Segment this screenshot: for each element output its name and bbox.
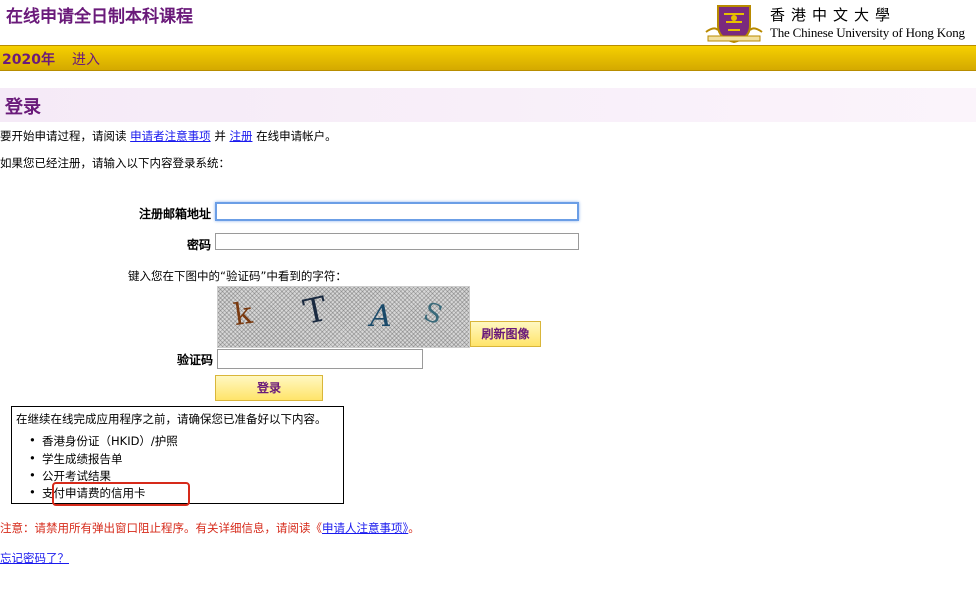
password-label: 密码 (186, 238, 211, 252)
login-button[interactable]: 登录 (215, 375, 323, 401)
university-logo[interactable]: 香港中文大學 The Chinese University of Hong Ko… (704, 0, 976, 44)
checklist-item: 香港身份证（HKID）/护照 (29, 433, 178, 449)
notice-text: 注意：请禁用所有弹出窗口阻止程序。有关详细信息，请阅读《 (0, 521, 322, 535)
intro-suffix-text: 在线申请帐户。 (256, 129, 337, 143)
captcha-char-1: k (231, 295, 255, 334)
intro-text: 要开始申请过程，请阅读 (0, 129, 127, 143)
refresh-captcha-button[interactable]: 刷新图像 (470, 321, 541, 347)
captcha-char-3: A (370, 299, 392, 334)
university-crest-icon (705, 5, 763, 44)
section-header: 登录 (0, 88, 976, 122)
logo-chinese-name: 香港中文大學 (770, 6, 897, 24)
captcha-prompt: 键入您在下图中的“验证码”中看到的字符： (128, 269, 347, 283)
email-field[interactable] (215, 202, 579, 221)
intro-and-text: 并 (214, 129, 226, 143)
forgot-password-link[interactable]: 忘记密码了？ (0, 550, 69, 566)
captcha-char-4: S (419, 296, 447, 332)
notice-suffix: 。 (408, 521, 420, 535)
checklist-intro: 在继续在线完成应用程序之前，请确保您已准备好以下内容。 (16, 412, 327, 426)
captcha-field[interactable] (217, 349, 423, 369)
logo-english-name: The Chinese University of Hong Kong (770, 25, 965, 40)
nav-bar: 2020年 进入 (0, 45, 976, 71)
checklist-item: 学生成绩报告单 (29, 451, 122, 467)
nav-year: 2020年 (2, 52, 55, 68)
nav-enter-link[interactable]: 进入 (72, 49, 100, 69)
register-link[interactable]: 注册 (229, 129, 252, 143)
captcha-char-2: T (300, 289, 331, 333)
applicant-notes-link[interactable]: 申请者注意事项 (130, 129, 211, 143)
captcha-image: k T A S (217, 286, 470, 348)
highlight-box (52, 482, 190, 506)
email-label: 注册邮箱地址 (138, 207, 211, 221)
intro-line-1: 要开始申请过程，请阅读 申请者注意事项 并 注册 在线申请帐户。 (0, 128, 337, 144)
intro-line-2: 如果您已经注册，请输入以下内容登录系统： (0, 156, 230, 170)
notice-notes-link[interactable]: 申请人注意事项》 (322, 521, 408, 535)
captcha-label: 验证码 (176, 353, 213, 367)
page-title: 登录 (5, 97, 41, 118)
app-title: 在线申请全日制本科课程 (6, 7, 193, 27)
popup-notice: 注意：请禁用所有弹出窗口阻止程序。有关详细信息，请阅读《申请人注意事项》。 (0, 520, 420, 536)
password-field[interactable] (215, 233, 579, 250)
